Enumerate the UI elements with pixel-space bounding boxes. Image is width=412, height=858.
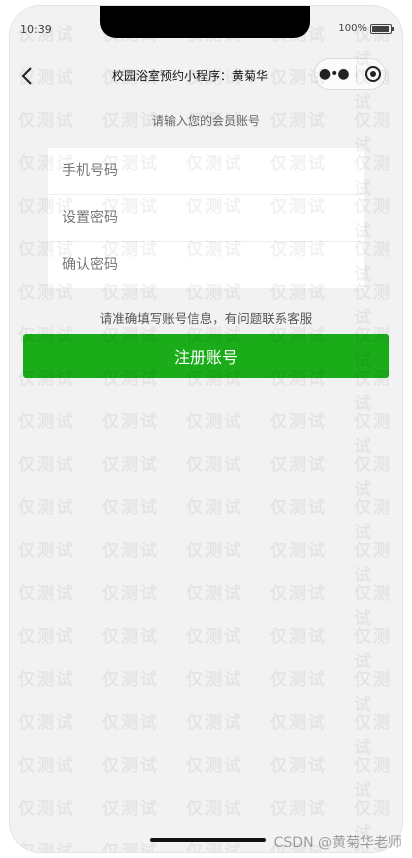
watermark-text: 仅测试 [270,498,327,518]
watermark-text: 仅测试 [354,756,392,801]
watermark-layer: 仅测试仅测试仅测试仅测试仅测试仅测试仅测试仅测试仅测试仅测试仅测试仅测试仅测试仅… [10,6,402,852]
watermark-text: 仅测试 [18,713,75,733]
watermark-text: 仅测试 [102,455,159,475]
watermark-text: 仅测试 [102,670,159,690]
register-form [48,148,364,288]
watermark-text: 仅测试 [270,670,327,690]
watermark-text: 仅测试 [18,541,75,561]
phone-input[interactable] [60,162,364,180]
notch [100,6,310,38]
battery-icon [370,23,394,34]
watermark-text: 仅测试 [186,627,243,647]
watermark-text: 仅测试 [18,670,75,690]
watermark-text: 仅测试 [186,584,243,604]
watermark-text: 仅测试 [18,627,75,647]
watermark-text: 仅测试 [354,670,392,715]
password-field [48,195,364,242]
confirm-password-input[interactable] [60,256,364,274]
watermark-text: 仅测试 [270,756,327,776]
watermark-text: 仅测试 [102,627,159,647]
watermark-text: 仅测试 [102,412,159,432]
watermark-text: 仅测试 [270,627,327,647]
watermark-text: 仅测试 [270,799,327,819]
watermark-text: 仅测试 [18,412,75,432]
watermark-text: 仅测试 [186,412,243,432]
watermark-text: 仅测试 [354,584,392,629]
watermark-text: 仅测试 [18,842,75,852]
capsule-divider [356,66,358,82]
watermark-text: 仅测试 [354,455,392,500]
password-input[interactable] [60,209,364,227]
phone-frame: 10:39 100% 校园浴室预约小程序：黄菊华 ●•● 请输入您的会员账号 请… [10,6,402,852]
watermark-text: 仅测试 [186,799,243,819]
watermark-text: 仅测试 [354,498,392,543]
watermark-text: 仅测试 [102,799,159,819]
watermark-text: 仅测试 [186,756,243,776]
watermark-text: 仅测试 [18,455,75,475]
chevron-left-icon[interactable] [16,64,40,88]
watermark-text: 仅测试 [102,713,159,733]
account-prompt: 请输入您的会员账号 [151,114,260,128]
watermark-text: 仅测试 [102,584,159,604]
phone-field [48,148,364,195]
watermark-text: 仅测试 [18,756,75,776]
credit-text: CSDN @黄菊华老师 [273,835,402,851]
battery-text: 100% [338,23,367,34]
capsule-target-icon[interactable] [365,66,382,82]
watermark-text: 仅测试 [186,670,243,690]
status-right: 100% [338,23,394,34]
status-time: 10:39 [20,23,52,36]
watermark-text: 仅测试 [270,541,327,561]
watermark-text: 仅测试 [186,455,243,475]
capsule-menu: ●•● [314,58,386,90]
confirm-password-field [48,242,364,288]
watermark-text: 仅测试 [186,541,243,561]
watermark-text: 仅测试 [102,498,159,518]
register-button[interactable]: 注册账号 [23,334,389,378]
support-note: 请准确填写账号信息，有问题联系客服 [99,311,313,326]
watermark-text: 仅测试 [186,498,243,518]
watermark-text: 仅测试 [270,713,327,733]
watermark-text: 仅测试 [354,412,392,457]
watermark-text: 仅测试 [18,498,75,518]
watermark-text: 仅测试 [354,627,392,672]
watermark-text: 仅测试 [18,584,75,604]
home-indicator [150,838,266,842]
nav-title: 校园浴室预约小程序：黄菊华 [111,69,268,83]
watermark-text: 仅测试 [270,584,327,604]
watermark-text: 仅测试 [354,713,392,758]
watermark-text: 仅测试 [270,455,327,475]
watermark-text: 仅测试 [18,799,75,819]
more-dots-icon[interactable]: ●•● [319,66,350,82]
watermark-text: 仅测试 [270,412,327,432]
watermark-text: 仅测试 [354,541,392,586]
watermark-text: 仅测试 [102,541,159,561]
watermark-text: 仅测试 [186,713,243,733]
watermark-text: 仅测试 [102,756,159,776]
